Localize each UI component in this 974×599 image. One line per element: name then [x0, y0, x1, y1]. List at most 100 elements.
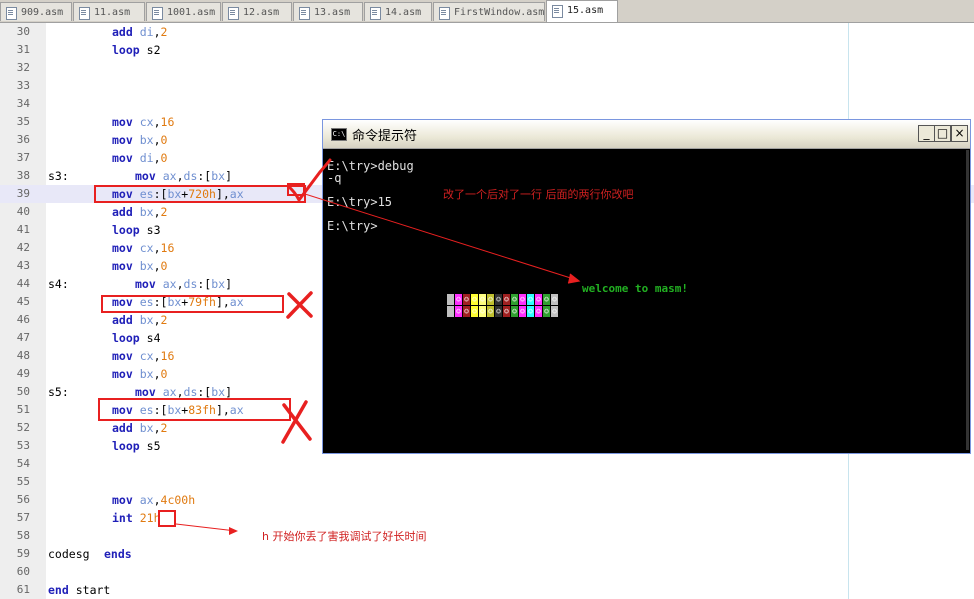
code-label: codesg	[48, 547, 90, 561]
operand: start	[75, 583, 111, 597]
line-number: 52	[16, 421, 30, 434]
smiley-icon: ☺	[527, 294, 534, 305]
code-instruction: mov di,0	[112, 149, 167, 167]
tab-14-asm[interactable]: 14.asm	[364, 2, 432, 21]
code-instruction: add bx,2	[112, 419, 167, 437]
code-instruction: mov cx,16	[112, 347, 174, 365]
line-number: 39	[16, 187, 30, 200]
code-line[interactable]: 56 mov ax,4c00h	[0, 491, 974, 509]
tab-13-asm[interactable]: 13.asm	[293, 2, 363, 21]
operand: bx	[139, 259, 154, 273]
cmd-title-bar[interactable]: C:\ 命令提示符 _ □ ×	[323, 120, 970, 149]
keyword: add	[112, 25, 133, 39]
code-label: s5:	[48, 385, 69, 399]
operand: 0	[160, 259, 168, 273]
line-number: 47	[16, 331, 30, 344]
cmd-output: E:\try>debug -q E:\try>15 E:\try>	[327, 160, 414, 232]
operand: 4c00h	[160, 493, 196, 507]
operand: ax	[162, 277, 177, 291]
keyword: mov	[112, 115, 133, 129]
tab-label: FirstWindow.asm	[454, 7, 545, 18]
code-line[interactable]: 34	[0, 95, 974, 113]
line-number: 53	[16, 439, 30, 452]
maximize-button[interactable]: □	[934, 125, 951, 142]
keyword: mov	[135, 169, 156, 183]
keyword: loop	[112, 223, 140, 237]
cmd-window-title: 命令提示符	[352, 129, 418, 144]
operand: cx	[139, 349, 154, 363]
annotation-box-21h	[158, 510, 176, 527]
line-number: 46	[16, 313, 30, 326]
operand: di	[139, 25, 154, 39]
operand: bx	[139, 205, 154, 219]
line-number: 57	[16, 511, 30, 524]
tab-1001-asm[interactable]: 1001.asm	[146, 2, 221, 21]
tab-label: 13.asm	[314, 7, 351, 18]
line-number: 55	[16, 475, 30, 488]
annotation-box-line-39	[94, 185, 306, 203]
keyword: mov	[112, 367, 133, 381]
cmd-window[interactable]: C:\ 命令提示符 _ □ × E:\try>debug -q E:\try>15 E…	[322, 119, 971, 454]
file-icon	[228, 7, 239, 20]
keyword: loop	[112, 43, 140, 57]
smiley-icon: ☺	[551, 306, 558, 317]
operand: :[	[197, 385, 212, 399]
cmd-scrollbar[interactable]	[966, 150, 969, 450]
code-instruction: loop s4	[112, 329, 161, 347]
operand: ,	[153, 493, 161, 507]
code-instruction: add bx,2	[112, 311, 167, 329]
code-line[interactable]: 30 add di,2	[0, 23, 974, 41]
operand: s3	[146, 223, 161, 237]
minimize-button[interactable]: _	[918, 125, 935, 142]
code-line[interactable]: 31 loop s2	[0, 41, 974, 59]
code-line[interactable]: 58	[0, 527, 974, 545]
code-instruction: ends	[104, 545, 132, 563]
close-button[interactable]: ×	[951, 125, 968, 142]
code-instruction: mov bx,0	[112, 131, 167, 149]
tab-11-asm[interactable]: 11.asm	[73, 2, 145, 21]
operand: ,	[153, 349, 161, 363]
smiley-icon: ☺	[503, 306, 510, 317]
operand: ,	[153, 151, 161, 165]
code-line[interactable]: 54	[0, 455, 974, 473]
tab-909-asm[interactable]: 909.asm	[0, 2, 72, 21]
keyword: mov	[112, 241, 133, 255]
keyword: mov	[112, 133, 133, 147]
keyword: mov	[112, 151, 133, 165]
code-line[interactable]: 32	[0, 59, 974, 77]
code-instruction: loop s3	[112, 221, 161, 239]
tab-15-asm[interactable]: 15.asm	[546, 0, 618, 22]
line-number: 32	[16, 61, 30, 74]
code-line[interactable]: 61 end start	[0, 581, 974, 599]
tab-12-asm[interactable]: 12.asm	[222, 2, 292, 21]
operand: bx	[139, 421, 154, 435]
keyword: mov	[135, 385, 156, 399]
smiley-icon: ☺	[535, 306, 542, 317]
code-line[interactable]: 60	[0, 563, 974, 581]
code-line[interactable]: 33	[0, 77, 974, 95]
line-number: 51	[16, 403, 30, 416]
operand: ,	[176, 277, 184, 291]
smiley-icon: ☺	[503, 294, 510, 305]
code-line[interactable]: 59 codesg ends	[0, 545, 974, 563]
tab-firstwindow-asm[interactable]: FirstWindow.asm	[433, 2, 545, 21]
operand: 0	[160, 367, 168, 381]
smiley-icon: ☺	[495, 294, 502, 305]
annotation-note-2: h 开始你丢了害我调试了好长时间	[262, 530, 427, 543]
line-number: 60	[16, 565, 30, 578]
smiley-icon: ☺	[511, 294, 518, 305]
code-line[interactable]: 57 int 21h	[0, 509, 974, 527]
smiley-icon: ☺	[487, 294, 494, 305]
smiley-icon: ☺	[463, 306, 470, 317]
code-instruction: int 21h	[112, 509, 161, 527]
operand: ,	[153, 25, 161, 39]
operand: bx	[139, 313, 154, 327]
line-number: 44	[16, 277, 30, 290]
code-line[interactable]: 55	[0, 473, 974, 491]
smiley-icon: ☺	[519, 306, 526, 317]
cmd-output-line: E:\try>15	[327, 195, 393, 209]
line-number: 50	[16, 385, 30, 398]
line-number: 30	[16, 25, 30, 38]
tab-label: 1001.asm	[167, 7, 216, 18]
smiley-icon: ☺	[455, 306, 462, 317]
